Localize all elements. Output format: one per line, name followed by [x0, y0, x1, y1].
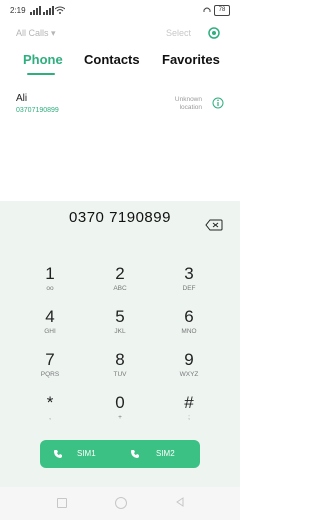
- tab-bar: Phone Contacts Favorites: [0, 52, 240, 74]
- signal-icon-2: [43, 6, 55, 16]
- home-button[interactable]: [115, 497, 127, 509]
- backspace-icon[interactable]: [205, 219, 223, 231]
- key-letters: GHI: [44, 328, 56, 335]
- key-letters: ;: [188, 414, 190, 421]
- key-digit: 8: [115, 350, 125, 369]
- key-digit: 1: [45, 264, 55, 283]
- key-digit: *: [46, 393, 54, 412]
- recents-button[interactable]: [57, 498, 67, 508]
- key-hash[interactable]: #;: [159, 392, 219, 438]
- key-4[interactable]: 4 GHI: [20, 306, 80, 352]
- sim1-call-button[interactable]: SIM1: [40, 440, 120, 468]
- key-digit: #: [184, 393, 194, 412]
- battery-icon: 78: [214, 5, 230, 16]
- tab-contacts[interactable]: Contacts: [84, 52, 140, 67]
- status-time: 2:19: [10, 6, 26, 15]
- back-icon[interactable]: [175, 497, 185, 507]
- key-digit: 2: [115, 264, 125, 283]
- wifi-icon: [55, 6, 65, 14]
- key-0[interactable]: 0 +: [90, 392, 150, 438]
- key-digit: 6: [184, 307, 194, 326]
- key-2[interactable]: 2 ABC: [90, 263, 150, 309]
- key-letters: MNO: [181, 328, 197, 335]
- tab-phone[interactable]: Phone: [23, 52, 63, 67]
- sim1-label: SIM1: [77, 449, 96, 458]
- sim2-label: SIM2: [156, 449, 175, 458]
- key-letters: ABC: [113, 285, 127, 292]
- key-8[interactable]: 8 TUV: [90, 349, 150, 395]
- sim2-call-button[interactable]: SIM2: [120, 440, 200, 468]
- gear-icon[interactable]: [208, 27, 220, 39]
- phone-icon: [54, 450, 62, 458]
- key-5[interactable]: 5 JKL: [90, 306, 150, 352]
- recent-call-name[interactable]: Ali: [16, 93, 27, 104]
- tab-favorites[interactable]: Favorites: [162, 52, 220, 67]
- key-letters: PQRS: [40, 371, 60, 378]
- dial-input[interactable]: 0370 7190899: [0, 209, 240, 226]
- select-button[interactable]: Select: [166, 28, 191, 38]
- call-button-bar: SIM1 SIM2: [40, 440, 200, 468]
- recent-call-location: Unknown location: [174, 96, 202, 111]
- status-bar: 2:19 78: [0, 0, 240, 22]
- key-digit: 9: [184, 350, 194, 369]
- key-digit: 7: [45, 350, 55, 369]
- key-letters: DEF: [182, 285, 196, 292]
- key-star[interactable]: *,: [20, 392, 80, 438]
- key-letters: JKL: [114, 328, 126, 335]
- key-letters: ,: [49, 414, 51, 421]
- recent-call-number[interactable]: 03707190899: [16, 107, 59, 114]
- signal-icon: [30, 6, 42, 16]
- active-tab-indicator: [27, 73, 55, 75]
- key-1[interactable]: 1 ᴏᴏ: [20, 263, 80, 309]
- key-letters: TUV: [113, 371, 127, 378]
- call-filter-dropdown[interactable]: All Calls ▾: [16, 28, 56, 39]
- key-letters: +: [118, 414, 122, 421]
- phone-icon: [131, 450, 139, 458]
- info-icon[interactable]: [212, 97, 224, 109]
- key-digit: 4: [45, 307, 55, 326]
- key-digit: 3: [184, 264, 194, 283]
- voicemail-icon: ᴏᴏ: [46, 285, 54, 292]
- key-letters: WXYZ: [179, 371, 199, 378]
- key-digit: 0: [115, 393, 125, 412]
- key-7[interactable]: 7 PQRS: [20, 349, 80, 395]
- key-digit: 5: [115, 307, 125, 326]
- key-6[interactable]: 6 MNO: [159, 306, 219, 352]
- key-9[interactable]: 9 WXYZ: [159, 349, 219, 395]
- key-3[interactable]: 3 DEF: [159, 263, 219, 309]
- headset-icon: [203, 7, 211, 12]
